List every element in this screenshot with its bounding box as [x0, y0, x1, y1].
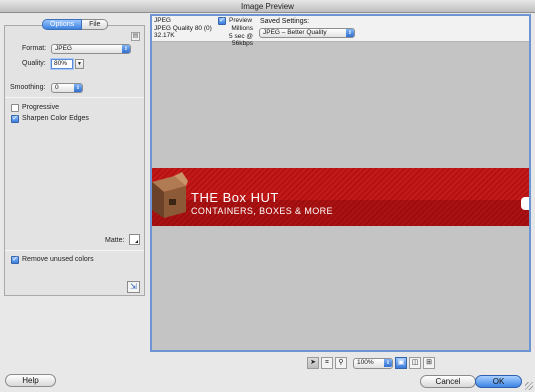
box-logo-icon [152, 172, 188, 218]
format-select[interactable]: JPEG ⇕ [51, 44, 131, 54]
matte-color-swatch[interactable] [129, 234, 140, 245]
zoom-select[interactable]: 100% ⇕ [353, 357, 393, 369]
tab-file[interactable]: File [82, 19, 109, 30]
preview-info-left: JPEG JPEG Quality 80 (0) 32.17K [154, 17, 212, 40]
saved-settings-select[interactable]: JPEG – Better Quality ⇕ [259, 28, 355, 38]
saved-settings-value: JPEG – Better Quality [263, 29, 327, 36]
image-preview-window: Image Preview Options File ▤ Format: JPE… [0, 0, 535, 392]
speech-bubble-icon [521, 197, 529, 210]
panel-tabs: Options File [42, 19, 109, 30]
window-title: Image Preview [0, 0, 535, 13]
progressive-label: Progressive [22, 104, 59, 111]
format-label: Format: [22, 45, 47, 52]
chevron-updown-icon: ⇕ [74, 84, 82, 92]
chevron-updown-icon: ⇕ [384, 358, 392, 367]
tab-options[interactable]: Options [42, 19, 83, 30]
saved-settings-label: Saved Settings: [260, 18, 310, 25]
two-view-icon[interactable]: ◫ [409, 357, 421, 369]
banner-subtitle: CONTAINERS, BOXES & MORE [191, 206, 333, 216]
divider [5, 97, 144, 98]
four-view-icon[interactable]: ⊞ [423, 357, 435, 369]
sharpen-label: Sharpen Color Edges [22, 115, 89, 122]
preview-info-bar: JPEG JPEG Quality 80 (0) 32.17K ✓ Previe… [152, 16, 529, 47]
sharpen-checkbox[interactable]: ✓ [11, 115, 19, 123]
preview-label: Preview [229, 17, 253, 24]
options-panel: Options File ▤ Format: JPEG ⇕ Quality: 8… [4, 14, 145, 296]
smoothing-select[interactable]: 0 ⇕ [51, 83, 83, 93]
export-area-icon[interactable]: ⇲ [127, 281, 140, 293]
resize-handle[interactable] [525, 382, 533, 390]
single-view-icon[interactable]: ▣ [395, 357, 407, 369]
quality-readout: JPEG Quality 80 (0) [154, 24, 212, 32]
quality-label: Quality: [22, 60, 46, 67]
crop-icon[interactable]: ⌗ [321, 357, 333, 369]
quality-input[interactable]: 80% [51, 59, 73, 69]
file-size-readout: 32.17K [154, 32, 175, 39]
quality-dropdown-icon[interactable]: ▼ [75, 59, 84, 69]
preview-info-right: Millions 5 sec @ 56kbps [212, 25, 253, 48]
options-menu-icon[interactable]: ▤ [131, 32, 140, 41]
preview-toolbar: ➤ ⌗ ⚲ 100% ⇕ ▣ ◫ ⊞ [307, 357, 435, 369]
chevron-updown-icon: ⇕ [346, 29, 354, 37]
smoothing-label: Smoothing: [10, 84, 46, 91]
zoom-icon[interactable]: ⚲ [335, 357, 347, 369]
remove-unused-label: Remove unused colors [22, 256, 94, 263]
preview-checkbox[interactable]: ✓ [218, 17, 226, 25]
progressive-checkbox[interactable] [11, 104, 19, 112]
download-time-readout: 5 sec @ 56kbps [229, 32, 253, 48]
matte-label: Matte: [105, 237, 125, 244]
banner-title: THE Box HUT [191, 190, 279, 205]
pointer-icon[interactable]: ➤ [307, 357, 319, 369]
divider [5, 250, 144, 251]
banner-image: THE Box HUT CONTAINERS, BOXES & MORE [152, 168, 529, 226]
remove-unused-checkbox[interactable]: ✓ [11, 256, 19, 264]
zoom-value: 100% [357, 358, 374, 366]
preview-pane: JPEG JPEG Quality 80 (0) 32.17K ✓ Previe… [150, 14, 531, 352]
help-button[interactable]: Help [5, 374, 56, 387]
colors-readout: Millions [231, 25, 253, 32]
chevron-updown-icon: ⇕ [122, 45, 130, 53]
format-value: JPEG [55, 45, 72, 52]
format-readout: JPEG [154, 17, 171, 24]
ok-button[interactable]: OK [475, 375, 522, 388]
cancel-button[interactable]: Cancel [420, 375, 476, 388]
smoothing-value: 0 [55, 84, 59, 91]
